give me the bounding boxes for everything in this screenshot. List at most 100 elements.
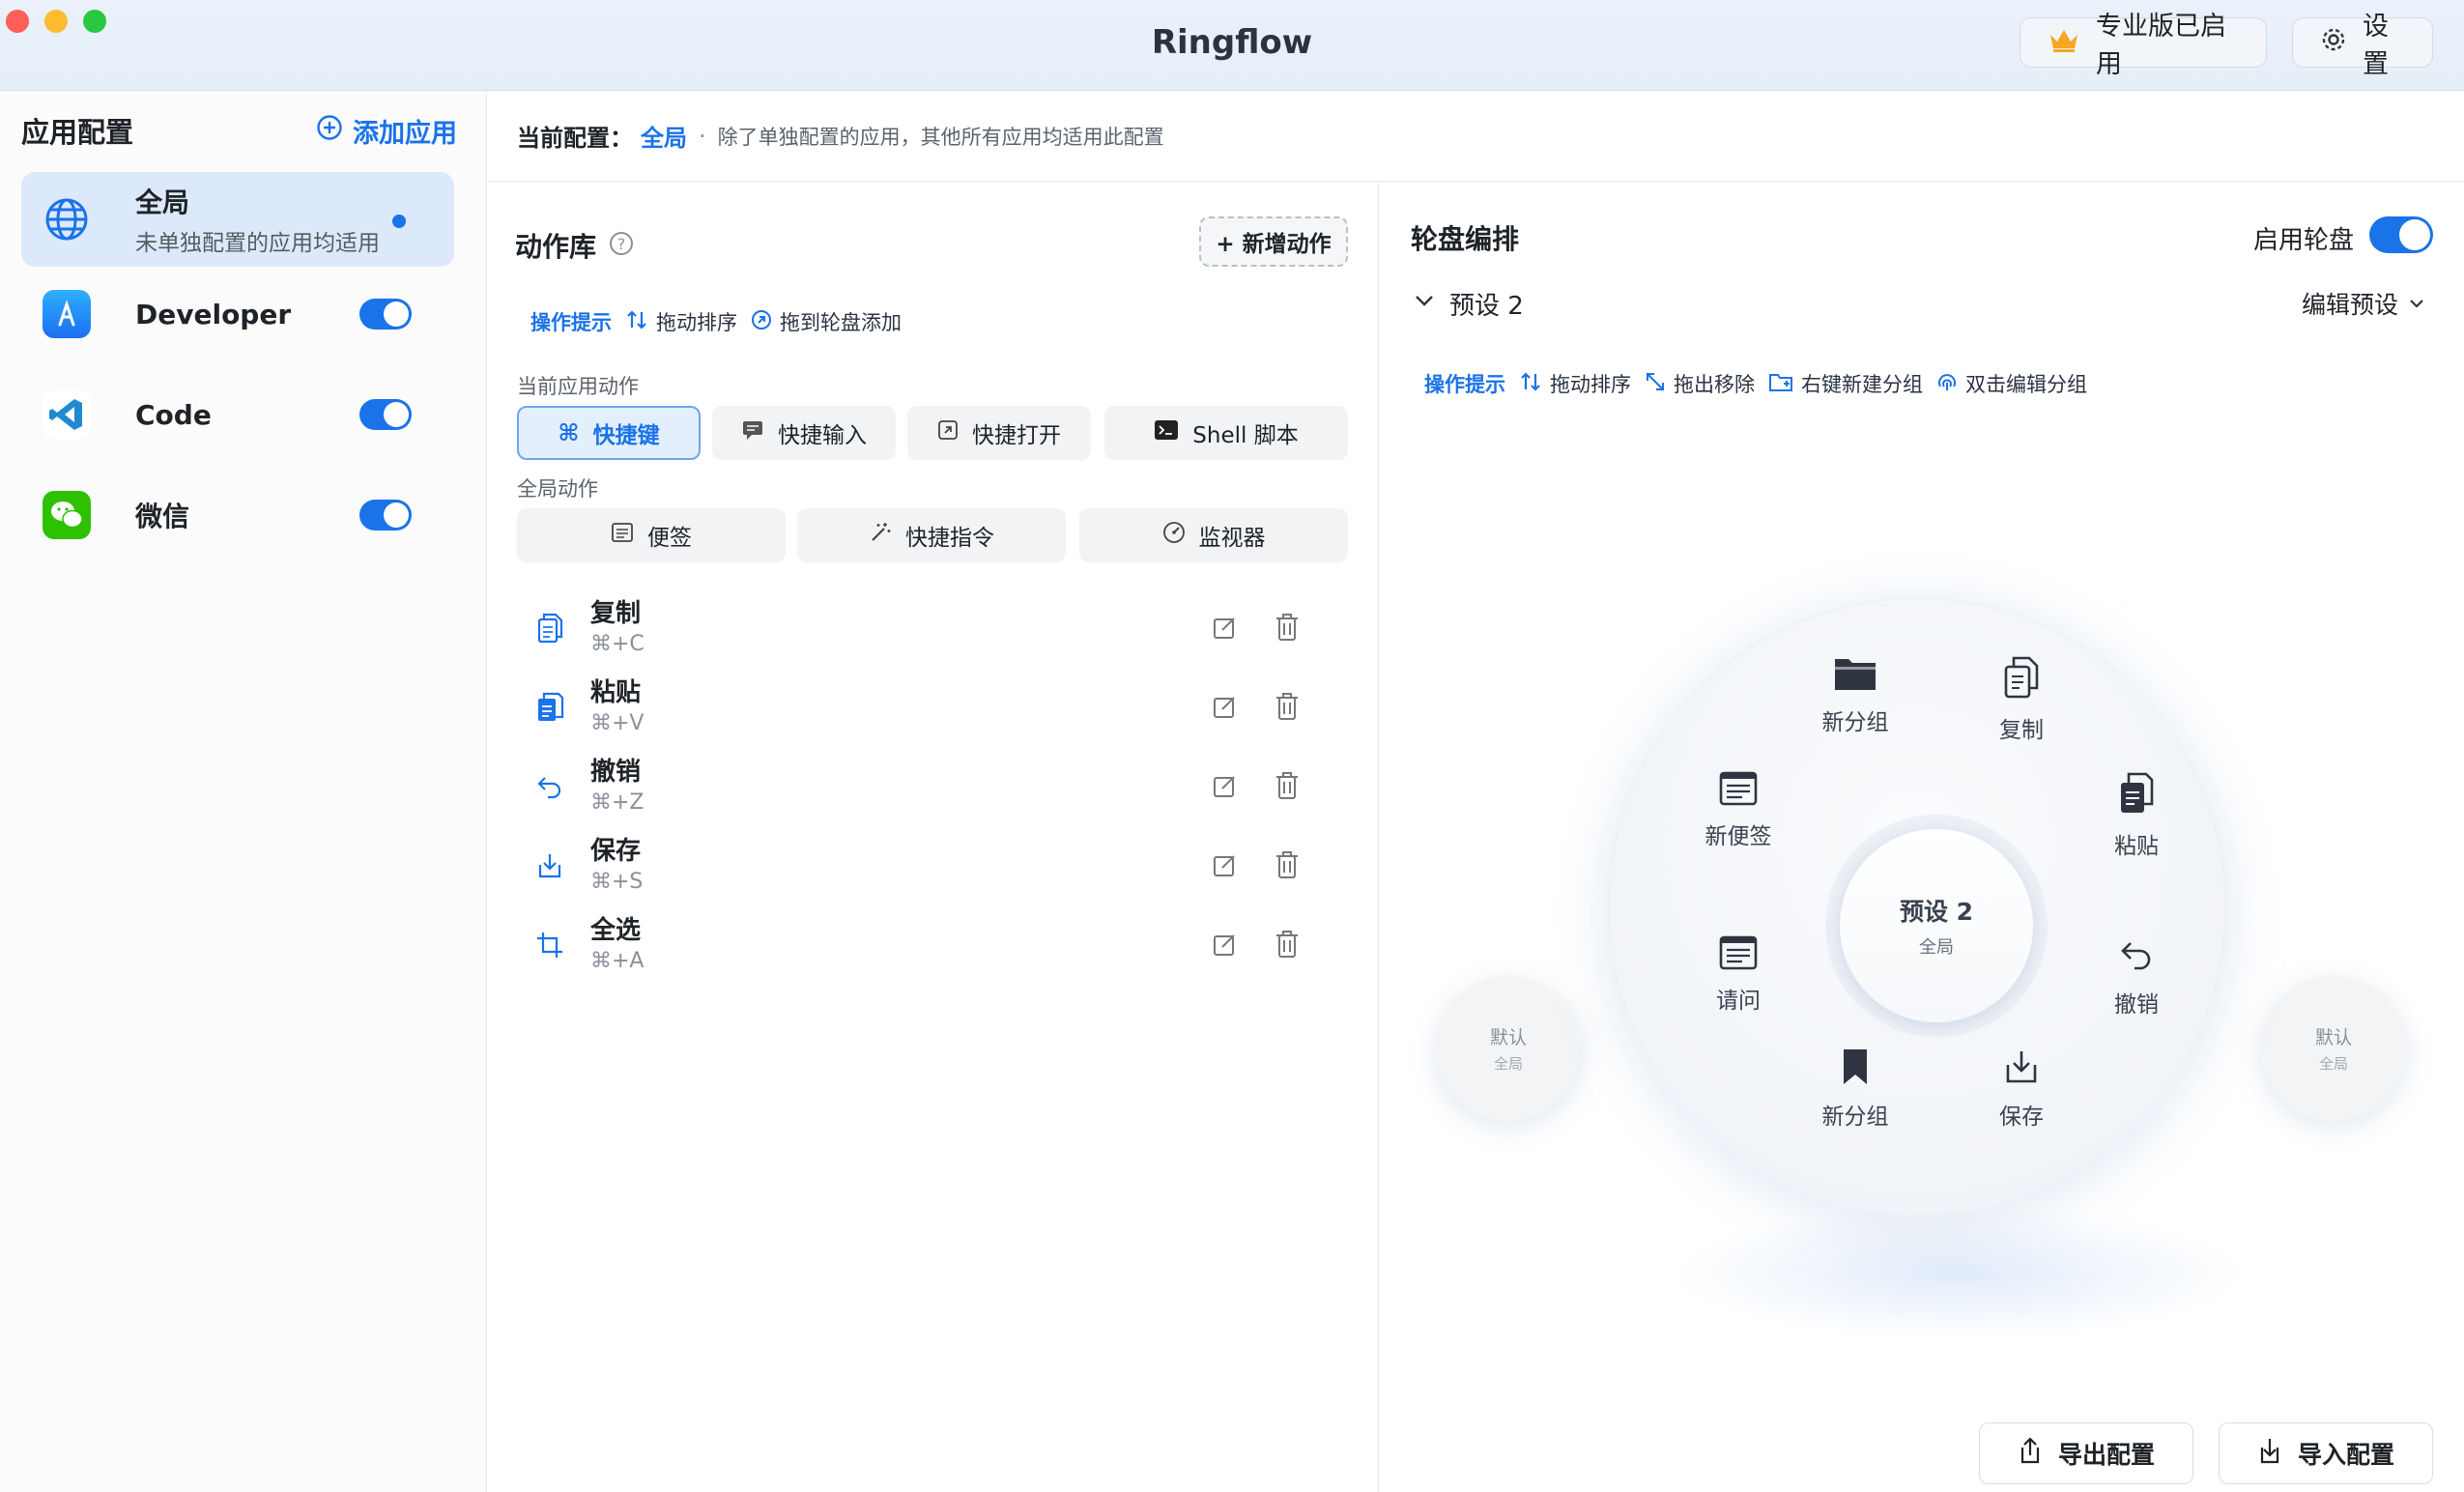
wheel-slot-undo[interactable]: 撤销 — [2083, 935, 2190, 1019]
code-toggle[interactable] — [359, 399, 412, 430]
enable-wheel-toggle[interactable] — [2369, 216, 2433, 253]
copy-icon — [532, 611, 567, 646]
sidebar-item-text: Developer — [135, 299, 291, 330]
hint-drag-sort: 拖动排序 — [1519, 369, 1631, 398]
chip-shortcut[interactable]: ⌘ 快捷键 — [517, 406, 701, 460]
edit-icon[interactable] — [1213, 694, 1238, 723]
hint-drag-add: 拖到轮盘添加 — [751, 307, 902, 336]
add-app-button[interactable]: 添加应用 — [316, 112, 457, 150]
wheel-hub[interactable]: 预设 2 全局 — [1840, 829, 2033, 1022]
sidebar-item-label: 全局 — [135, 186, 190, 218]
sidebar-item-code[interactable]: Code — [21, 367, 454, 462]
config-separator: · — [699, 122, 706, 150]
import-download-icon — [2257, 1436, 2282, 1471]
chip-shortcuts-command[interactable]: 快捷指令 — [797, 508, 1066, 562]
wheel-slot-ask[interactable]: 请问 — [1685, 935, 1791, 1015]
action-row-save[interactable]: 保存 ⌘+S — [517, 831, 1356, 901]
trash-icon[interactable] — [1275, 692, 1300, 725]
command-key-icon: ⌘ — [558, 419, 580, 446]
sidebar-item-wechat[interactable]: 微信 — [21, 468, 454, 562]
chip-shell-script[interactable]: Shell 脚本 — [1104, 406, 1348, 460]
sidebar-item-developer[interactable]: Developer — [21, 267, 454, 361]
chip-notes[interactable]: 便签 — [517, 508, 786, 562]
side-wheel-name: 默认 — [2314, 1027, 2352, 1048]
import-config-label: 导入配置 — [2297, 1441, 2394, 1469]
sidebar-item-subtitle: 未单独配置的应用均适用 — [135, 231, 380, 256]
open-external-icon — [937, 419, 959, 446]
wheel-slot-new-note[interactable]: 新便签 — [1685, 771, 1791, 850]
action-row-paste[interactable]: 粘贴 ⌘+V — [517, 673, 1356, 742]
edit-icon[interactable] — [1213, 773, 1238, 802]
sidebar-item-label: Code — [135, 398, 212, 431]
wheel-slot-save[interactable]: 保存 — [1968, 1047, 2075, 1131]
current-config-description: 除了单独配置的应用，其他所有应用均适用此配置 — [717, 125, 1164, 149]
hint-new-group: 右键新建分组 — [1768, 369, 1923, 398]
chip-label: 快捷打开 — [972, 423, 1061, 448]
hint-label: 拖动排序 — [1550, 373, 1631, 396]
slot-label: 粘贴 — [2114, 834, 2159, 859]
action-row-undo[interactable]: 撤销 ⌘+Z — [517, 752, 1356, 821]
side-wheel-left[interactable]: 默认 全局 — [1436, 976, 1581, 1121]
preset-name: 预设 2 — [1449, 292, 1524, 321]
slot-label: 新分组 — [1821, 710, 1889, 735]
current-config-bar: 当前配置： 全局 · 除了单独配置的应用，其他所有应用均适用此配置 — [488, 91, 2464, 182]
settings-label: 设置 — [2363, 12, 2389, 79]
app-window: Ringflow 专业版已启用 设置 应用配置 添加应用 全局 未单独配置的应用… — [0, 0, 2464, 1492]
sidebar-item-global[interactable]: 全局 未单独配置的应用均适用 — [21, 172, 454, 267]
action-name: 粘贴 — [590, 678, 642, 707]
edit-icon[interactable] — [1213, 932, 1238, 961]
import-config-button[interactable]: 导入配置 — [2219, 1422, 2433, 1484]
export-config-button[interactable]: 导出配置 — [1979, 1422, 2193, 1484]
action-row-select-all[interactable]: 全选 ⌘+A — [517, 910, 1356, 980]
settings-button[interactable]: 设置 — [2292, 12, 2433, 79]
help-icon[interactable]: ? — [610, 232, 633, 255]
trash-icon[interactable] — [1275, 850, 1300, 883]
action-library-panel: 动作库 ? + 新增动作 操作提示 拖动排序 拖到轮盘添加 当前应用动作 ⌘ 快… — [488, 182, 1379, 1492]
chip-label: 快捷指令 — [905, 526, 994, 551]
enable-wheel-label: 启用轮盘 — [2253, 226, 2355, 255]
wechat-app-icon — [43, 491, 91, 539]
edit-preset-button[interactable]: 编辑预设 — [2302, 286, 2425, 321]
hub-preset-name: 预设 2 — [1899, 898, 1974, 926]
chip-quick-input[interactable]: 快捷输入 — [712, 406, 896, 460]
slot-label: 新分组 — [1821, 1105, 1889, 1130]
action-name: 复制 — [590, 599, 642, 628]
note-icon — [611, 522, 634, 549]
wheel-slot-new-group-bookmark[interactable]: 新分组 — [1802, 1047, 1908, 1131]
trash-icon[interactable] — [1275, 930, 1300, 962]
chip-label: Shell 脚本 — [1192, 423, 1299, 448]
wheel-slot-new-group-folder[interactable]: 新分组 — [1802, 655, 1908, 736]
pro-status-label: 专业版已启用 — [2096, 12, 2226, 79]
chip-quick-open[interactable]: 快捷打开 — [907, 406, 1091, 460]
sidebar-item-text: Code — [135, 399, 212, 431]
wheel-hub-ring: 预设 2 全局 — [1825, 815, 2048, 1037]
side-wheel-sub: 全局 — [2318, 1055, 2348, 1073]
chevron-down-icon — [2408, 290, 2425, 318]
edit-icon[interactable] — [1213, 852, 1238, 881]
trash-icon[interactable] — [1275, 613, 1300, 646]
terminal-icon — [1154, 419, 1179, 446]
pro-status-button[interactable]: 专业版已启用 — [2020, 12, 2267, 79]
wheel-slot-copy[interactable]: 复制 — [1968, 655, 2075, 744]
action-library-title: 动作库 — [515, 231, 597, 263]
wheel-slot-paste[interactable]: 粘贴 — [2083, 771, 2190, 860]
side-wheel-sub: 全局 — [1493, 1055, 1523, 1073]
action-row-copy[interactable]: 复制 ⌘+C — [517, 593, 1356, 663]
app-config-sidebar: 应用配置 添加应用 全局 未单独配置的应用均适用 Developer Code … — [0, 91, 487, 1492]
hint-tip[interactable]: 操作提示 — [1424, 369, 1505, 398]
slot-label: 复制 — [1999, 718, 2044, 743]
preset-selector[interactable]: 预设 2 — [1413, 286, 1524, 322]
chip-label: 快捷输入 — [778, 423, 867, 448]
edit-icon[interactable] — [1213, 615, 1238, 644]
wechat-toggle[interactable] — [359, 500, 412, 531]
trash-icon[interactable] — [1275, 771, 1300, 804]
side-wheel-right[interactable]: 默认 全局 — [2261, 976, 2406, 1121]
sidebar-item-text: 全局 未单独配置的应用均适用 — [135, 182, 380, 257]
crown-icon — [2048, 27, 2080, 59]
add-action-button[interactable]: + 新增动作 — [1199, 216, 1348, 267]
developer-toggle[interactable] — [359, 299, 412, 330]
ring-wheel[interactable]: 预设 2 全局 新分组 复制 粘贴 撤销 保存 新分组 请问 新便签 — [1608, 597, 2226, 1216]
hint-label: 拖出移除 — [1674, 373, 1755, 396]
hint-tip[interactable]: 操作提示 — [530, 307, 612, 336]
chip-monitor[interactable]: 监视器 — [1079, 508, 1348, 562]
